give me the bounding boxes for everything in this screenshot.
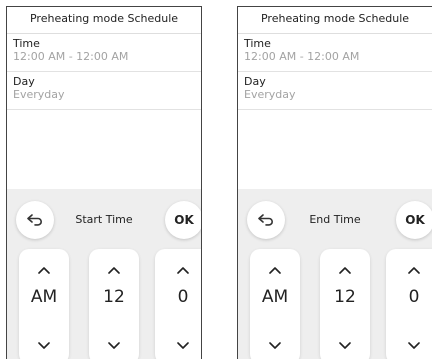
time-row[interactable]: Time 12:00 AM - 12:00 AM <box>238 34 432 72</box>
end-time-screen: Preheating mode Schedule Time 12:00 AM -… <box>237 6 432 359</box>
ampm-wheel[interactable]: AM <box>19 249 69 359</box>
chevron-up-icon[interactable] <box>320 259 370 274</box>
minute-wheel[interactable]: 0 <box>155 249 201 359</box>
day-value: Everyday <box>244 88 296 101</box>
ampm-wheel[interactable]: AM <box>250 249 300 359</box>
minute-value: 0 <box>177 287 189 307</box>
hour-wheel[interactable]: 12 <box>89 249 139 359</box>
start-time-screen: Preheating mode Schedule Time 12:00 AM -… <box>6 6 202 359</box>
time-value: 12:00 AM - 12:00 AM <box>13 50 129 63</box>
time-label: Time <box>13 37 40 50</box>
ampm-value: AM <box>261 287 289 307</box>
time-value: 12:00 AM - 12:00 AM <box>244 50 360 63</box>
ok-button[interactable]: OK <box>396 201 432 239</box>
day-row[interactable]: Day Everyday <box>238 72 432 110</box>
chevron-up-icon[interactable] <box>19 259 69 274</box>
day-value: Everyday <box>13 88 65 101</box>
hour-wheel[interactable]: 12 <box>320 249 370 359</box>
chevron-up-icon[interactable] <box>155 259 201 274</box>
chevron-down-icon[interactable] <box>386 335 432 349</box>
chevron-down-icon[interactable] <box>19 335 69 349</box>
chevron-down-icon[interactable] <box>155 335 201 349</box>
hour-value: 12 <box>103 287 125 307</box>
ok-button[interactable]: OK <box>165 201 201 239</box>
chevron-up-icon[interactable] <box>89 259 139 274</box>
chevron-up-icon[interactable] <box>386 259 432 274</box>
screen-title: Preheating mode Schedule <box>238 7 432 34</box>
ampm-value: AM <box>30 287 58 307</box>
time-label: Time <box>244 37 271 50</box>
time-picker-panel: End Time OK AM 12 0 <box>238 189 432 359</box>
time-row[interactable]: Time 12:00 AM - 12:00 AM <box>7 34 201 72</box>
day-label: Day <box>244 75 266 88</box>
time-picker-panel: Start Time OK AM 12 0 <box>7 189 201 359</box>
chevron-down-icon[interactable] <box>250 335 300 349</box>
chevron-up-icon[interactable] <box>250 259 300 274</box>
hour-value: 12 <box>334 287 356 307</box>
minute-wheel[interactable]: 0 <box>386 249 432 359</box>
screen-title: Preheating mode Schedule <box>7 7 201 34</box>
chevron-down-icon[interactable] <box>89 335 139 349</box>
minute-value: 0 <box>408 287 420 307</box>
chevron-down-icon[interactable] <box>320 335 370 349</box>
day-row[interactable]: Day Everyday <box>7 72 201 110</box>
day-label: Day <box>13 75 35 88</box>
